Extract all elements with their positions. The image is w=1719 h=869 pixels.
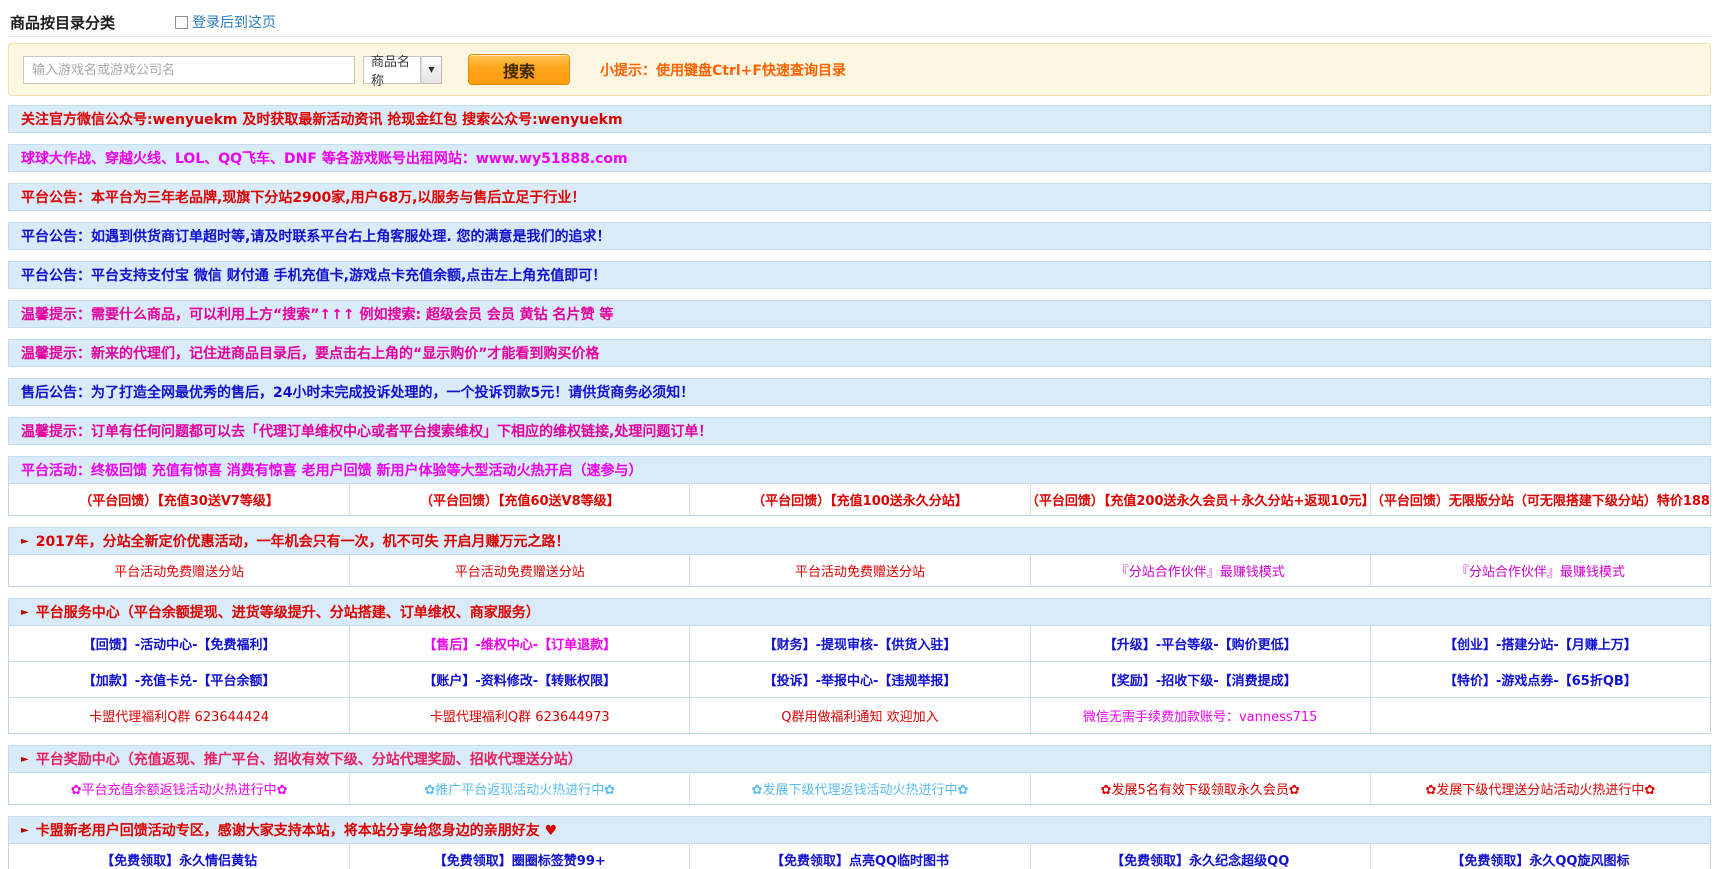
pointer-icon: ► — [21, 754, 29, 765]
service-link-finance[interactable]: 【财务】-提现审核-【供货入驻】 — [689, 626, 1029, 661]
section-activity-header: 平台活动：终极回馈 充值有惊喜 消费有惊喜 老用户回馈 新用户体验等大型活动火热… — [8, 456, 1711, 484]
section-platform-activity: 平台活动：终极回馈 充值有惊喜 消费有惊喜 老用户回馈 新用户体验等大型活动火热… — [8, 456, 1711, 516]
search-input[interactable] — [23, 56, 355, 84]
announcement-bar-supplier-timeout: 平台公告：如遇到供货商订单超时等,请及时联系平台右上角客服处理. 您的满意是我们… — [8, 222, 1711, 250]
announcement-text: 平台公告：本平台为三年老品牌,现旗下分站2900家,用户68万,以服务与售后立足… — [21, 187, 585, 207]
reward-link-5-subagents[interactable]: ✿发展5名有效下级领取永久会员✿ — [1030, 773, 1370, 804]
service-link-topup[interactable]: 【加款】-充值卡兑-【平台余额】 — [9, 662, 349, 697]
table-row: 【免费领取】永久情侣黄钻 【免费领取】圈圈标签赞99+ 【免费领取】点亮QQ临时… — [9, 844, 1710, 869]
pointer-icon: ► — [21, 607, 29, 618]
announcement-text: 售后公告：为了打造全网最优秀的售后，24小时未完成投诉处理的，一个投诉罚款5元！… — [21, 382, 694, 402]
announcement-text: 球球大作战、穿越火线、LOL、QQ飞车、DNF 等各游戏账号出租网站：www.w… — [21, 148, 628, 168]
announcement-text: 温馨提示：订单有任何问题都可以去「代理订单维权中心或者平台搜索维权」下相应的维权… — [21, 421, 712, 441]
service-link-rebate[interactable]: 【回馈】-活动中心-【免费福利】 — [9, 626, 349, 661]
activity-link-v8[interactable]: （平台回馈）【充值60送V8等级】 — [349, 484, 689, 515]
table-row: （平台回馈）【充值30送V7等级】 （平台回馈）【充值60送V8等级】 （平台回… — [9, 484, 1710, 515]
wechat-topup-account[interactable]: 微信无需手续费加款账号：vanness715 — [1030, 698, 1370, 733]
activity-link-v7[interactable]: （平台回馈）【充值30送V7等级】 — [9, 484, 349, 515]
service-link-reward[interactable]: 【奖励】-招收下级-【消费提成】 — [1030, 662, 1370, 697]
partner-mode-link[interactable]: 『分站合作伙伴』最赚钱模式 — [1030, 555, 1370, 586]
section-title: 2017年，分站全新定价优惠活动，一年机会只有一次，机不可失 开启月赚万元之路！ — [36, 531, 570, 551]
announcement-bar-search-tip: 温馨提示：需要什么商品，可以利用上方“搜索”↑↑↑ 例如搜索: 超级会员 会员 … — [8, 300, 1711, 328]
activity-link-200[interactable]: （平台回馈）【充值200送永久会员＋永久分站+返现10元】 — [1030, 484, 1370, 515]
reward-link-subagent-rebate[interactable]: ✿发展下级代理返钱活动火热进行中✿ — [689, 773, 1029, 804]
top-bar: 商品按目录分类 登录后到这页 — [8, 8, 1711, 37]
table-row: 【加款】-充值卡兑-【平台余额】 【账户】-资料修改-【转账权限】 【投诉】-举… — [9, 661, 1710, 697]
service-table: 【回馈】-活动中心-【免费福利】 【售后】-维权中心-【订单退款】 【财务】-提… — [8, 626, 1711, 734]
reward-table: ✿平台充值余额返钱活动火热进行中✿ ✿推广平台返现活动火热进行中✿ ✿发展下级代… — [8, 773, 1711, 805]
announcement-bar-rights-protection: 温馨提示：订单有任何问题都可以去「代理订单维权中心或者平台搜索维权」下相应的维权… — [8, 417, 1711, 445]
announcement-bar-payment-methods: 平台公告：平台支持支付宝 微信 财付通 手机充值卡,游戏点卡充值余额,点击左上角… — [8, 261, 1711, 289]
reward-link-promotion[interactable]: ✿推广平台返现活动火热进行中✿ — [349, 773, 689, 804]
category-select-value: 商品名称 — [363, 56, 421, 84]
page: 商品按目录分类 登录后到这页 商品名称 ▼ 搜索 小提示：使用键盘Ctrl+F快… — [0, 0, 1719, 869]
table-row: 【回馈】-活动中心-【免费福利】 【售后】-维权中心-【订单退款】 【财务】-提… — [9, 626, 1710, 661]
section-title: 卡盟新老用户回馈活动专区，感谢大家支持本站，将本站分享给您身边的亲朋好友 ♥ — [36, 820, 557, 840]
announcement-text: 温馨提示：需要什么商品，可以利用上方“搜索”↑↑↑ 例如搜索: 超级会员 会员 … — [21, 304, 613, 324]
table-row: 卡盟代理福利Q群 623644424 卡盟代理福利Q群 623644973 Q群… — [9, 697, 1710, 733]
service-link-complaint[interactable]: 【投诉】-举报中心-【违规举报】 — [689, 662, 1029, 697]
section-gift-header: ► 卡盟新老用户回馈活动专区，感谢大家支持本站，将本站分享给您身边的亲朋好友 ♥ — [8, 816, 1711, 844]
category-select[interactable]: 商品名称 ▼ — [363, 56, 442, 84]
search-tip: 小提示：使用键盘Ctrl+F快速查询目录 — [600, 60, 846, 80]
login-checkbox[interactable] — [175, 16, 188, 29]
service-link-startup[interactable]: 【创业】-搭建分站-【月赚上万】 — [1370, 626, 1710, 661]
activity-link-unlimited[interactable]: （平台回馈）无限版分站（可无限搭建下级分站）特价188 — [1370, 484, 1710, 515]
search-panel: 商品名称 ▼ 搜索 小提示：使用键盘Ctrl+F快速查询目录 — [8, 43, 1711, 96]
empty-cell — [1370, 698, 1710, 733]
table-row: 平台活动免费赠送分站 平台活动免费赠送分站 平台活动免费赠送分站 『分站合作伙伴… — [9, 555, 1710, 586]
chevron-down-icon[interactable]: ▼ — [421, 56, 442, 84]
announcement-bar-platform-brand: 平台公告：本平台为三年老品牌,现旗下分站2900家,用户68万,以服务与售后立足… — [8, 183, 1711, 211]
section-2017-promo: ► 2017年，分站全新定价优惠活动，一年机会只有一次，机不可失 开启月赚万元之… — [8, 527, 1711, 587]
pointer-icon: ► — [21, 825, 29, 836]
service-link-discount[interactable]: 【特价】-游戏点券-【65折QB】 — [1370, 662, 1710, 697]
announcement-text: 温馨提示：新来的代理们，记住进商品目录后，要点击右上角的“显示购价”才能看到购买… — [21, 343, 599, 363]
search-button[interactable]: 搜索 — [468, 54, 570, 85]
partner-mode-link[interactable]: 『分站合作伙伴』最赚钱模式 — [1370, 555, 1710, 586]
login-link[interactable]: 登录后到这页 — [192, 12, 276, 32]
free-substation-link[interactable]: 平台活动免费赠送分站 — [349, 555, 689, 586]
announcement-bar-agent-tip: 温馨提示：新来的代理们，记住进商品目录后，要点击右上角的“显示购价”才能看到购买… — [8, 339, 1711, 367]
gift-link-super-qq[interactable]: 【免费领取】永久纪念超级QQ — [1030, 844, 1370, 869]
free-substation-link[interactable]: 平台活动免费赠送分站 — [689, 555, 1029, 586]
section-service-center: ► 平台服务中心（平台余额提现、进货等级提升、分站搭建、订单维权、商家服务） 【… — [8, 598, 1711, 734]
announcement-text: 平台公告：如遇到供货商订单超时等,请及时联系平台右上角客服处理. 您的满意是我们… — [21, 226, 611, 246]
section-2017-header: ► 2017年，分站全新定价优惠活动，一年机会只有一次，机不可失 开启月赚万元之… — [8, 527, 1711, 555]
gift-link-qq-icon[interactable]: 【免费领取】点亮QQ临时图书 — [689, 844, 1029, 869]
section-title: 平台活动：终极回馈 充值有惊喜 消费有惊喜 老用户回馈 新用户体验等大型活动火热… — [21, 460, 643, 480]
service-link-aftersale[interactable]: 【售后】-维权中心-【订单退款】 — [349, 626, 689, 661]
announcement-bar-wechat: 关注官方微信公众号:wenyuekm 及时获取最新活动资讯 抢现金红包 搜索公众… — [8, 105, 1711, 133]
section-title: 平台奖励中心（充值返现、推广平台、招收有效下级、分站代理奖励、招收代理送分站） — [36, 749, 582, 769]
gift-link-tag-likes[interactable]: 【免费领取】圈圈标签赞99+ — [349, 844, 689, 869]
section-reward-center: ► 平台奖励中心（充值返现、推广平台、招收有效下级、分站代理奖励、招收代理送分站… — [8, 745, 1711, 805]
activity-table: （平台回馈）【充值30送V7等级】 （平台回馈）【充值60送V8等级】 （平台回… — [8, 484, 1711, 516]
login-after-option[interactable]: 登录后到这页 — [175, 12, 276, 32]
gift-link-xuanfeng-icon[interactable]: 【免费领取】永久QQ旋风图标 — [1370, 844, 1710, 869]
section-reward-header: ► 平台奖励中心（充值返现、推广平台、招收有效下级、分站代理奖励、招收代理送分站… — [8, 745, 1711, 773]
service-link-account[interactable]: 【账户】-资料修改-【转账权限】 — [349, 662, 689, 697]
table-row: ✿平台充值余额返钱活动火热进行中✿ ✿推广平台返现活动火热进行中✿ ✿发展下级代… — [9, 773, 1710, 804]
announcement-text: 平台公告：平台支持支付宝 微信 财付通 手机充值卡,游戏点卡充值余额,点击左上角… — [21, 265, 606, 285]
gift-link-couple-diamond[interactable]: 【免费领取】永久情侣黄钻 — [9, 844, 349, 869]
reward-link-balance-rebate[interactable]: ✿平台充值余额返钱活动火热进行中✿ — [9, 773, 349, 804]
announcement-bar-rental-site: 球球大作战、穿越火线、LOL、QQ飞车、DNF 等各游戏账号出租网站：www.w… — [8, 144, 1711, 172]
promo-2017-table: 平台活动免费赠送分站 平台活动免费赠送分站 平台活动免费赠送分站 『分站合作伙伴… — [8, 555, 1711, 587]
page-title: 商品按目录分类 — [10, 12, 115, 33]
activity-link-substation[interactable]: （平台回馈）【充值100送永久分站】 — [689, 484, 1029, 515]
service-link-upgrade[interactable]: 【升级】-平台等级-【购价更低】 — [1030, 626, 1370, 661]
reward-link-substation-gift[interactable]: ✿发展下级代理送分站活动火热进行中✿ — [1370, 773, 1710, 804]
pointer-icon: ► — [21, 536, 29, 547]
qq-group-notice[interactable]: Q群用做福利通知 欢迎加入 — [689, 698, 1029, 733]
section-title: 平台服务中心（平台余额提现、进货等级提升、分站搭建、订单维权、商家服务） — [36, 602, 540, 622]
gift-table: 【免费领取】永久情侣黄钻 【免费领取】圈圈标签赞99+ 【免费领取】点亮QQ临时… — [8, 844, 1711, 869]
qq-group-link-2[interactable]: 卡盟代理福利Q群 623644973 — [349, 698, 689, 733]
section-gift-zone: ► 卡盟新老用户回馈活动专区，感谢大家支持本站，将本站分享给您身边的亲朋好友 ♥… — [8, 816, 1711, 869]
free-substation-link[interactable]: 平台活动免费赠送分站 — [9, 555, 349, 586]
announcement-text: 关注官方微信公众号:wenyuekm 及时获取最新活动资讯 抢现金红包 搜索公众… — [21, 109, 623, 129]
section-service-header: ► 平台服务中心（平台余额提现、进货等级提升、分站搭建、订单维权、商家服务） — [8, 598, 1711, 626]
announcement-bar-aftersale: 售后公告：为了打造全网最优秀的售后，24小时未完成投诉处理的，一个投诉罚款5元！… — [8, 378, 1711, 406]
qq-group-link-1[interactable]: 卡盟代理福利Q群 623644424 — [9, 698, 349, 733]
